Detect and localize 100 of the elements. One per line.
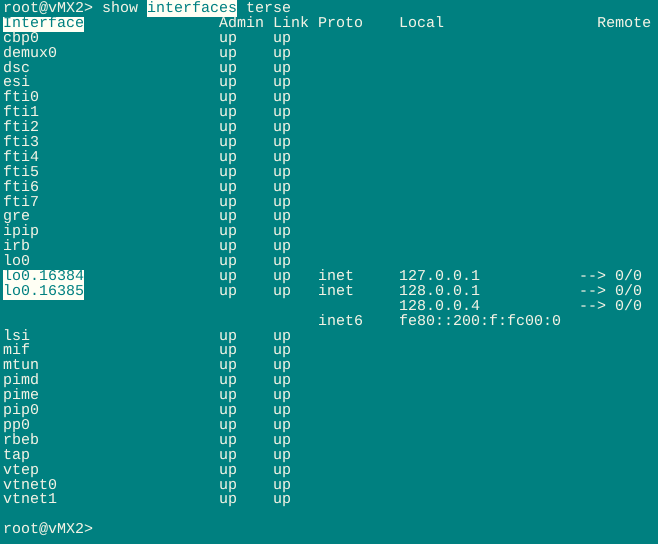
link-status: up — [273, 389, 292, 404]
admin-status: up — [219, 270, 238, 285]
admin-status: up — [219, 478, 238, 494]
interface-name: lo0.16385 — [3, 284, 84, 300]
interface-name: fti6 — [3, 180, 40, 196]
local-address: 128.0.0.1 — [399, 284, 480, 300]
admin-status: up — [219, 404, 238, 419]
interface-name: fti0 — [3, 91, 40, 106]
local-address: 128.0.0.4 — [399, 300, 480, 315]
admin-status: up — [219, 32, 238, 47]
interface-name: rbeb — [3, 434, 40, 449]
link-status: up — [273, 180, 292, 196]
link-status: up — [273, 448, 292, 464]
link-status: up — [273, 240, 292, 256]
admin-status: up — [219, 418, 238, 434]
link-status: up — [273, 196, 292, 210]
link-status: up — [273, 136, 292, 151]
interface-name: pip0 — [3, 404, 40, 419]
admin-status: up — [219, 91, 238, 106]
local-address: fe80::200:f:fc00:0 — [399, 314, 562, 330]
interface-name: fti3 — [3, 136, 40, 151]
interface-name: esi — [3, 76, 30, 92]
interface-name: fti4 — [3, 150, 40, 166]
protocol-name: inet — [318, 284, 354, 300]
interface-name: pp0 — [3, 418, 30, 434]
interface-name: lo0 — [3, 255, 30, 270]
remote-address: --> 0/0 — [579, 284, 642, 300]
link-status: up — [273, 374, 292, 390]
admin-status: up — [219, 374, 238, 390]
interface-name: dsc — [3, 62, 30, 76]
admin-status: up — [219, 493, 238, 508]
column-header: Remote — [597, 16, 652, 32]
link-status: up — [273, 464, 292, 479]
interface-name: pimd — [3, 374, 40, 390]
link-status: up — [273, 434, 292, 449]
admin-status: up — [219, 76, 238, 92]
link-status: up — [273, 255, 292, 270]
interface-name: gre — [3, 210, 30, 226]
admin-status: up — [219, 240, 238, 256]
column-header: Proto — [318, 16, 364, 32]
link-status: up — [273, 270, 292, 285]
link-status: up — [273, 76, 292, 92]
admin-status: up — [219, 210, 238, 226]
interface-name: fti2 — [3, 121, 40, 136]
interface-name: cbp0 — [3, 32, 40, 47]
link-status: up — [273, 493, 292, 508]
admin-status: up — [219, 166, 238, 181]
link-status: up — [273, 91, 292, 106]
link-status: up — [273, 62, 292, 76]
link-status: up — [273, 330, 292, 344]
admin-status: up — [219, 225, 238, 240]
interface-name: fti7 — [3, 196, 40, 210]
interface-name: lsi — [3, 330, 30, 344]
interface-name: mtun — [3, 359, 40, 374]
link-status: up — [273, 210, 292, 226]
link-status: up — [273, 404, 292, 419]
interface-name: pime — [3, 389, 40, 404]
interface-name: irb — [3, 240, 30, 256]
interface-name: lo0.16384 — [3, 270, 84, 285]
admin-status: up — [219, 284, 238, 300]
interface-name: vtep — [3, 464, 40, 479]
admin-status: up — [219, 389, 238, 404]
admin-status: up — [219, 330, 238, 344]
link-status: up — [273, 150, 292, 166]
prompt-text: root@vMX2> — [3, 521, 94, 538]
admin-status: up — [219, 255, 238, 270]
column-header: Admin — [219, 16, 264, 32]
admin-status: up — [219, 136, 238, 151]
interface-name: fti5 — [3, 166, 40, 181]
command-text: terse — [246, 0, 292, 17]
link-status: up — [273, 121, 292, 136]
protocol-name: inet6 — [318, 314, 364, 330]
column-header: Link — [273, 16, 310, 32]
admin-status: up — [219, 62, 238, 76]
link-status: up — [273, 284, 292, 300]
local-address: 127.0.0.1 — [399, 270, 480, 285]
remote-address: --> 0/0 — [579, 270, 642, 285]
link-status: up — [273, 166, 292, 181]
admin-status: up — [219, 359, 238, 374]
link-status: up — [273, 106, 292, 122]
interface-name: tap — [3, 448, 30, 464]
interface-name: ipip — [3, 225, 40, 240]
admin-status: up — [219, 464, 238, 479]
admin-status: up — [219, 434, 238, 449]
link-status: up — [273, 344, 292, 360]
link-status: up — [273, 418, 292, 434]
interface-name: fti1 — [3, 106, 40, 122]
admin-status: up — [219, 344, 238, 360]
link-status: up — [273, 478, 292, 494]
admin-status: up — [219, 448, 238, 464]
admin-status: up — [219, 106, 238, 122]
command-text: interfaces — [147, 0, 238, 17]
admin-status: up — [219, 180, 238, 196]
link-status: up — [273, 46, 292, 62]
column-header: Local — [399, 16, 444, 32]
interface-name: vtnet0 — [3, 478, 58, 494]
interface-name: demux0 — [3, 46, 58, 62]
remote-address: --> 0/0 — [579, 300, 642, 315]
link-status: up — [273, 225, 292, 240]
protocol-name: inet — [318, 270, 354, 285]
